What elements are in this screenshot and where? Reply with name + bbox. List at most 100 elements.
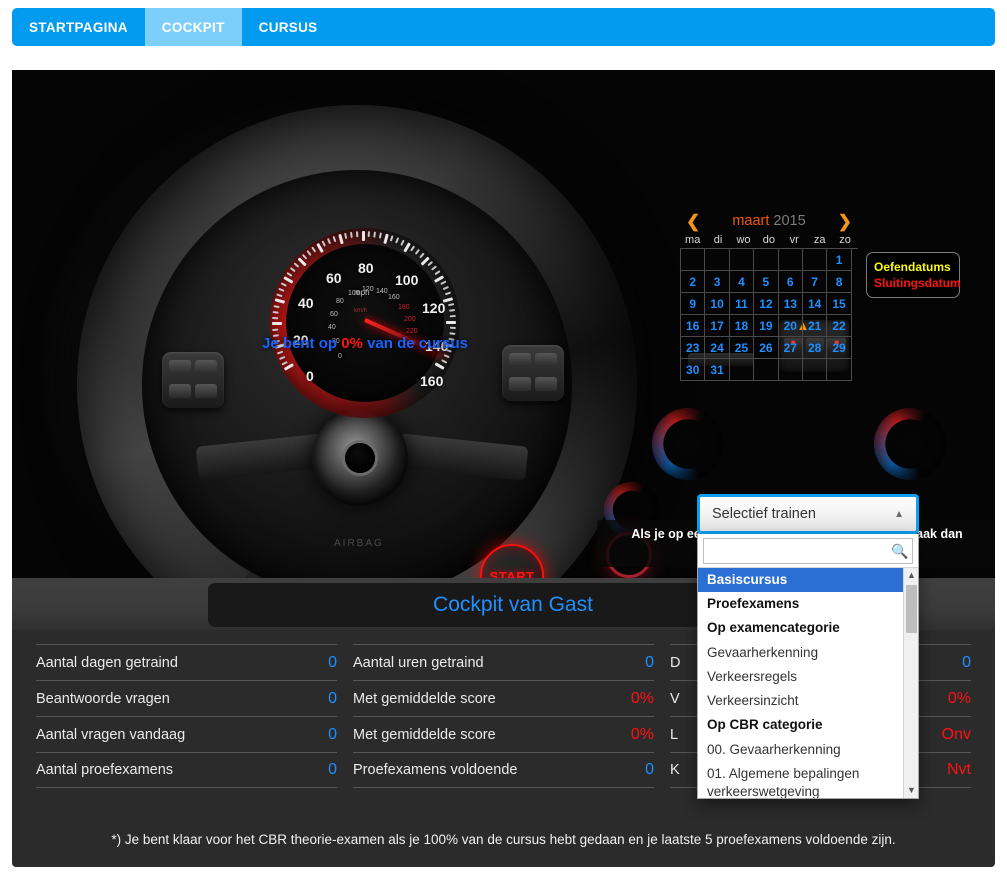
calendar-weekday: do (762, 234, 775, 246)
calendar-weekday: vr (789, 234, 799, 246)
calendar-day-cell[interactable]: 8 (827, 271, 852, 293)
stat-row: Aantal uren getraind 0 (353, 644, 654, 680)
calendar-week-row: 16 17 18 19 20 21 22 (681, 315, 858, 337)
calendar-day-cell[interactable]: 28 (802, 337, 828, 359)
calendar-next-month-icon[interactable]: ❯ (838, 213, 852, 230)
stat-label: Met gemiddelde score (353, 726, 496, 743)
stat-label: Proefexamens voldoende (353, 762, 518, 778)
calendar-day-cell[interactable]: 22 (827, 315, 852, 337)
calendar-day-cell[interactable]: 25 (729, 337, 755, 359)
calendar-weekday: ma (685, 234, 701, 246)
calendar-day-cell[interactable]: 4 (729, 271, 755, 293)
calendar-weekday: di (713, 234, 723, 246)
nav-tab-cursus[interactable]: CURSUS (242, 8, 335, 46)
main-navigation: STARTPAGINA COCKPIT CURSUS (12, 8, 995, 46)
calendar-prev-month-icon[interactable]: ❮ (686, 213, 700, 230)
calendar-day-cell[interactable]: 31 (705, 359, 730, 381)
dropdown-option-list[interactable]: Basiscursus Proefexamens Op examencategori… (698, 567, 918, 798)
stat-label: Aantal dagen getraind (36, 654, 178, 671)
nav-tab-startpagina[interactable]: STARTPAGINA (12, 8, 145, 46)
caret-up-icon[interactable]: ▲ (894, 509, 904, 520)
calendar-empty-cell (729, 359, 755, 381)
calendar-legend: Oefendatums Sluitingsdatum (866, 252, 961, 299)
dropdown-option[interactable]: Op examencategorie (698, 616, 918, 640)
calendar-day-cell[interactable]: 17 (705, 315, 730, 337)
scroll-down-arrow[interactable]: ▼ (904, 783, 918, 798)
dropdown-option[interactable]: Proefexamens (698, 592, 918, 616)
stat-label: Aantal proefexamens (36, 762, 174, 778)
stat-row: Aantal proefexamens 0 (36, 752, 337, 788)
speedometer-label-mph: 160 (420, 373, 444, 389)
calendar-day-cell[interactable]: 1 (827, 249, 852, 271)
calendar-weekday: wo (736, 234, 751, 246)
calendar-day-cell[interactable]: 9 (681, 293, 706, 315)
speedometer-label-kmh: 140 (376, 288, 388, 295)
stat-row: Met gemiddelde score 0% (353, 716, 654, 752)
calendar-day-cell[interactable]: 21 (802, 315, 828, 337)
stat-label: Beantwoorde vragen (36, 690, 170, 707)
gauge-dial-right (874, 408, 946, 480)
calendar-day-cell[interactable]: 11 (729, 293, 755, 315)
dropdown-search-field[interactable]: 🔍 (703, 538, 913, 564)
speedometer-label-kmh: 40 (328, 324, 336, 331)
calendar-day-cell[interactable]: 29 (827, 337, 852, 359)
stat-label: V (670, 690, 680, 707)
calendar-day-cell[interactable]: 13 (778, 293, 803, 315)
calendar-day-cell[interactable]: 20 (778, 315, 803, 337)
dropdown-option[interactable]: 01. Algemene bepalingen verkeerswetgevin… (698, 762, 918, 798)
speedometer-label-mph: 100 (395, 272, 419, 288)
calendar-day-cell[interactable]: 2 (681, 271, 706, 293)
scrollbar-thumb[interactable] (906, 585, 917, 633)
stat-value: 0% (630, 689, 654, 707)
stat-label: D (670, 654, 681, 671)
gauge-dial-left (652, 408, 724, 480)
dropdown-option[interactable]: Op CBR categorie (698, 713, 918, 737)
calendar-day-cell[interactable]: 23 (681, 337, 706, 359)
calendar-day-cell[interactable]: 12 (754, 293, 779, 315)
calendar-day-cell[interactable]: 7 (802, 271, 828, 293)
speedometer-label-mph: 60 (326, 270, 342, 286)
speedometer-label-mph: 120 (422, 300, 446, 316)
calendar-empty-cell (705, 249, 730, 271)
calendar-day-cell[interactable]: 3 (705, 271, 730, 293)
wheel-buttons-left (162, 352, 224, 408)
speedometer-label-kmh: 160 (388, 294, 400, 301)
calendar-empty-cell (681, 249, 706, 271)
speedometer-label-kmh: 120 (362, 286, 374, 293)
calendar-empty-cell (827, 359, 852, 381)
calendar-day-cell[interactable]: 10 (705, 293, 730, 315)
nav-tab-cockpit[interactable]: COCKPIT (144, 8, 242, 46)
speedometer-label-kmh: 180 (398, 304, 410, 311)
calendar-day-cell[interactable]: 15 (827, 293, 852, 315)
dropdown-option[interactable]: Verkeersregels (698, 665, 918, 689)
training-selector-box[interactable]: Selectief trainen ▲ (697, 494, 919, 534)
dropdown-option[interactable]: 00. Gevaarherkenning (698, 738, 918, 762)
calendar-day-cell[interactable]: 18 (729, 315, 755, 337)
progress-percent: 0% (341, 335, 363, 352)
calendar-day-cell[interactable]: 27 (778, 337, 803, 359)
calendar-day-cell[interactable]: 26 (754, 337, 779, 359)
calendar-day-cell[interactable]: 6 (778, 271, 803, 293)
calendar-year: 2015 (773, 213, 806, 229)
calendar-day-cell[interactable]: 14 (802, 293, 828, 315)
dropdown-search-row: 🔍 (698, 534, 918, 567)
stat-row: Aantal dagen getraind 0 (36, 644, 337, 680)
search-icon[interactable]: 🔍 (891, 543, 908, 559)
calendar-day-cell[interactable]: 16 (681, 315, 706, 337)
calendar-day-cell[interactable]: 5 (754, 271, 779, 293)
calendar-week-row: 1 (681, 249, 858, 271)
dropdown-option[interactable]: Basiscursus (698, 568, 918, 593)
calendar-week-row: 23 24 25 26 27 28 29 (681, 337, 858, 359)
training-selector-label: Selectief trainen (712, 506, 816, 522)
calendar-day-cell[interactable]: 24 (705, 337, 730, 359)
dropdown-scrollbar[interactable]: ▲ ▼ (903, 568, 918, 798)
scroll-up-arrow[interactable]: ▲ (904, 568, 918, 583)
calendar-weekday: za (813, 234, 826, 246)
stats-column: Aantal dagen getraind 0 Beantwoorde vragen… (28, 644, 345, 812)
dropdown-option[interactable]: Verkeersinzicht (698, 689, 918, 713)
dropdown-option[interactable]: Gevaarherkenning (698, 641, 918, 665)
search-input[interactable] (704, 539, 912, 563)
calendar-widget: ❮ maart 2015 ❯ ma di wo do vr za zo 1234567891… (680, 210, 858, 381)
calendar-day-cell[interactable]: 30 (681, 359, 706, 381)
calendar-day-cell[interactable]: 19 (754, 315, 779, 337)
